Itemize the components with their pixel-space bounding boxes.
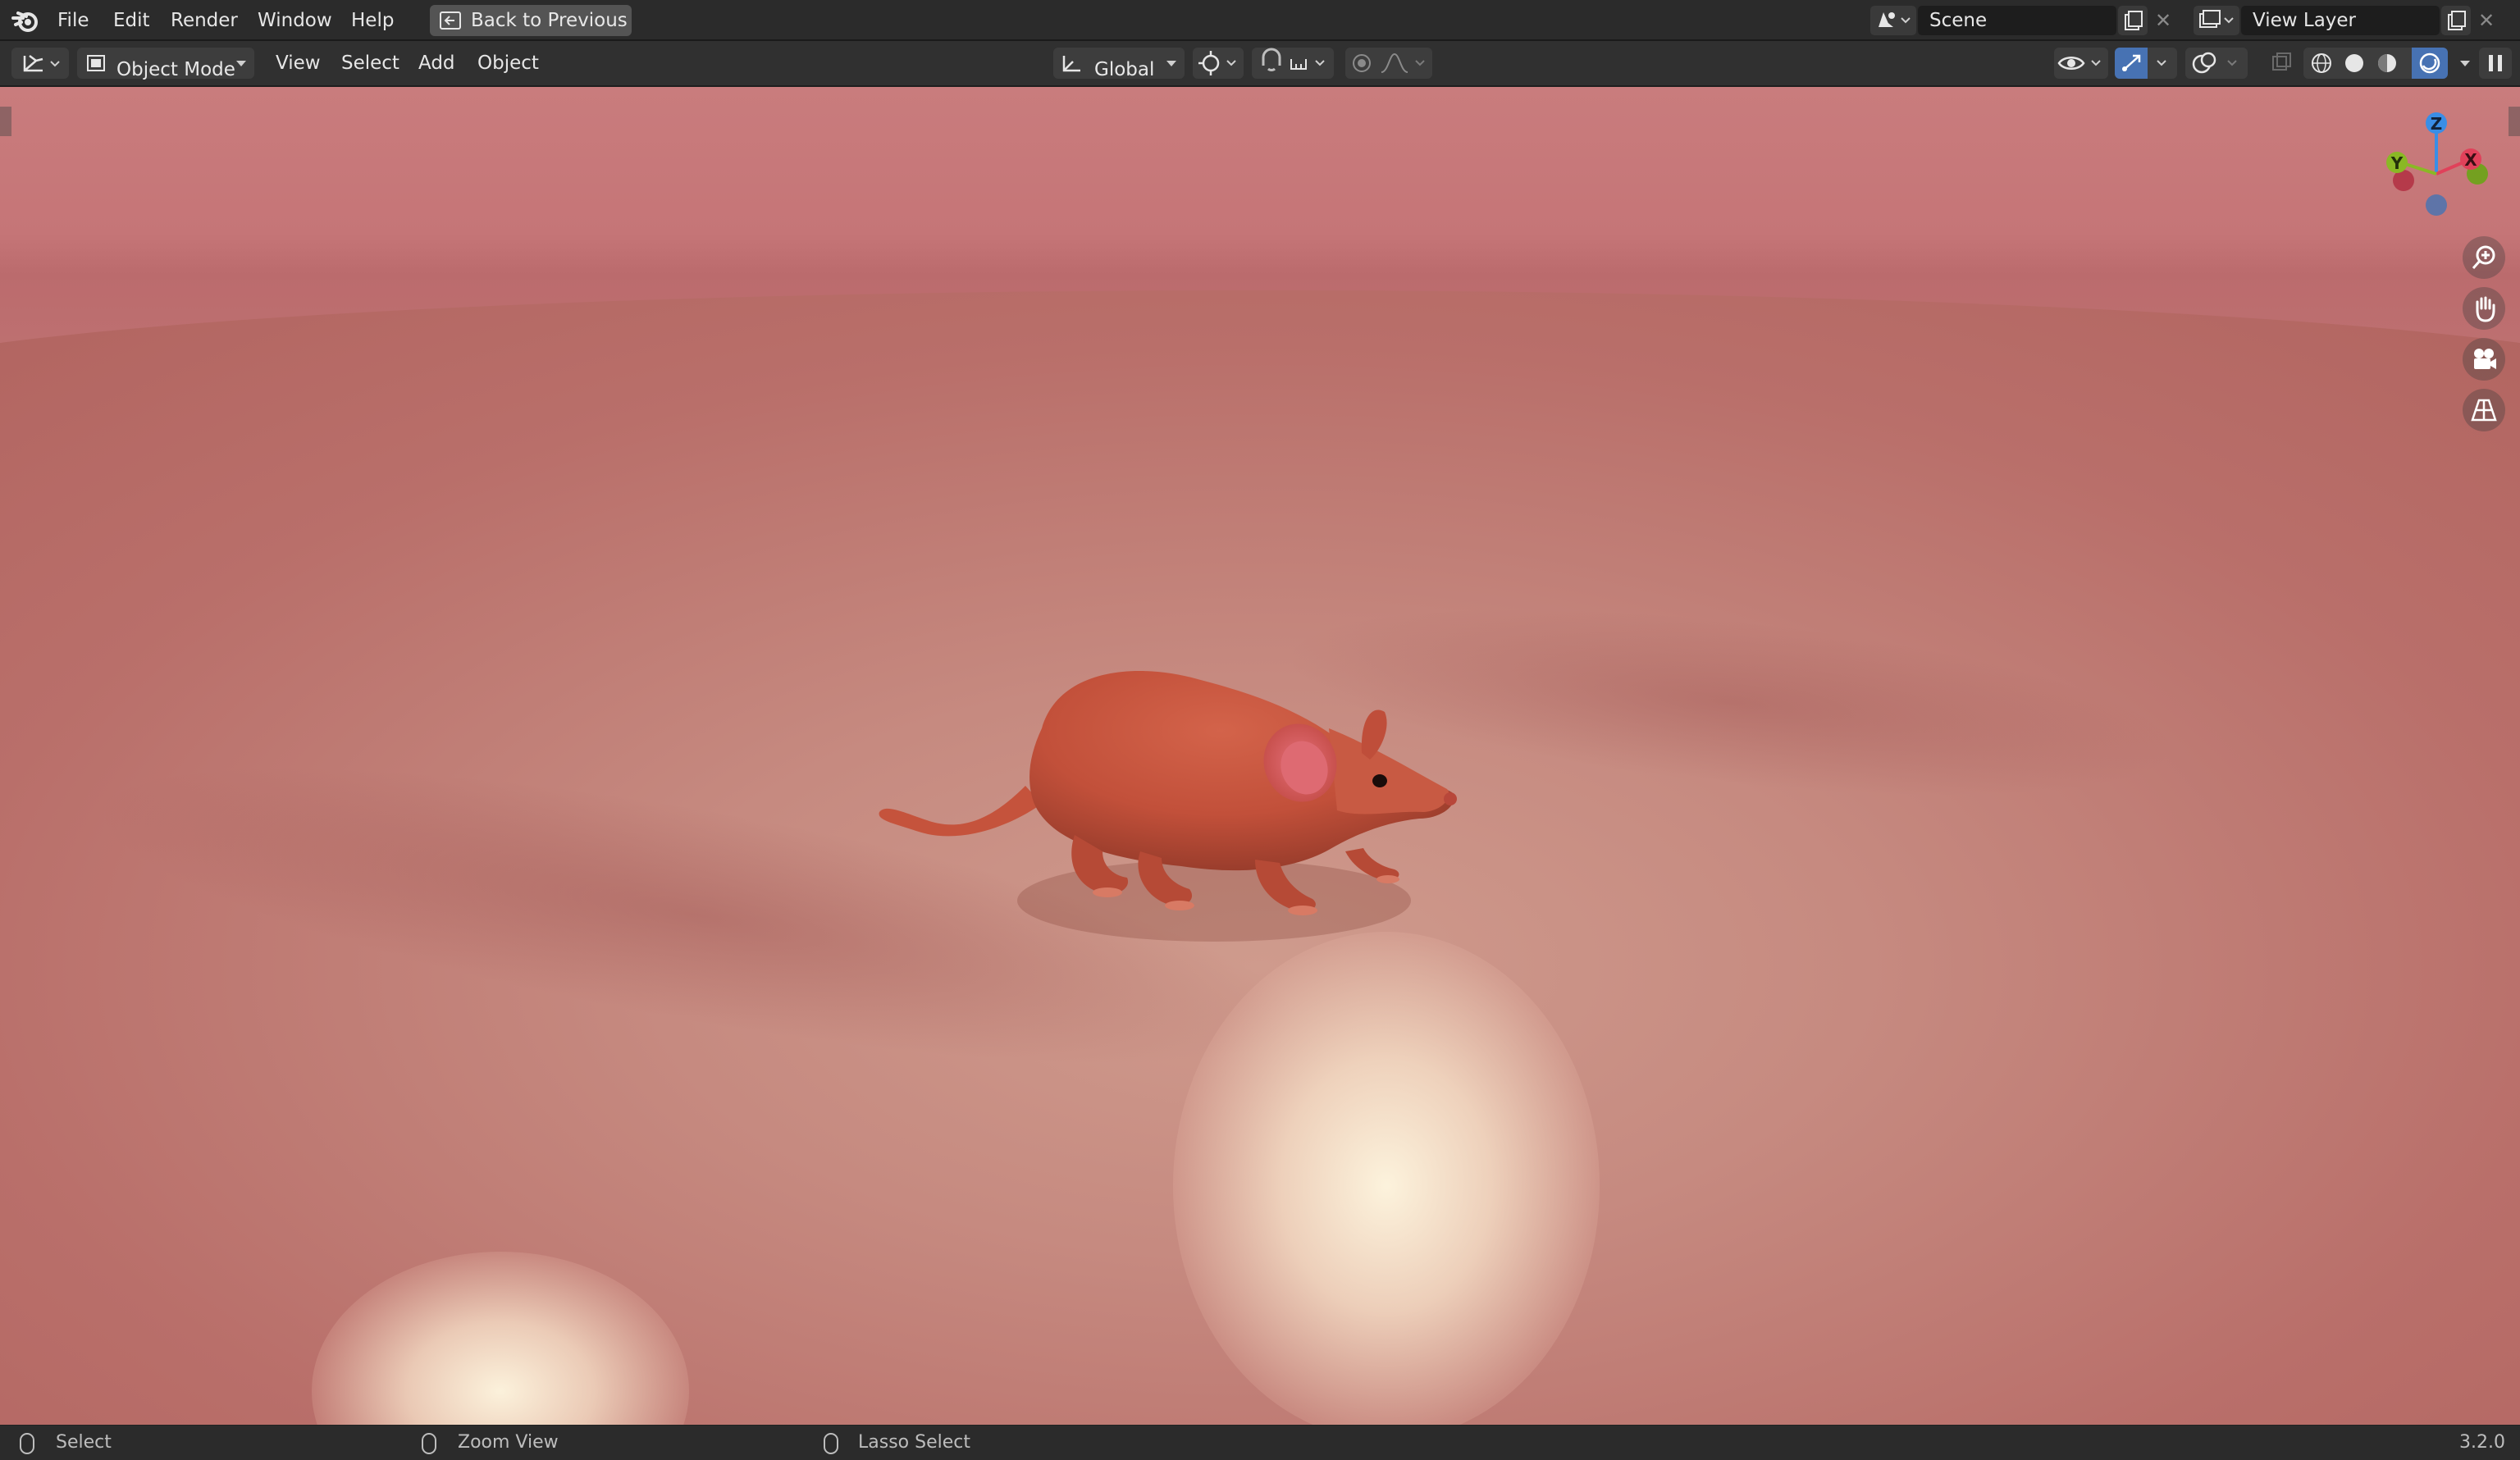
shading-mode-group — [2303, 48, 2448, 79]
status-zoom-hint: Zoom View — [458, 1432, 559, 1453]
version-label: 3.2.0 — [2459, 1432, 2505, 1453]
right-mouse-icon — [824, 1433, 838, 1454]
status-lasso-hint: Lasso Select — [858, 1432, 970, 1453]
menu-view[interactable]: View — [271, 49, 326, 77]
chevron-down-icon — [236, 61, 246, 66]
viewport-header: Object Mode View Select Add Object Globa… — [0, 41, 2520, 87]
x-axis-handle[interactable]: X — [2460, 148, 2481, 170]
close-icon[interactable]: ✕ — [2151, 6, 2175, 35]
menu-help[interactable]: Help — [348, 7, 397, 34]
close-icon[interactable]: ✕ — [2474, 6, 2499, 35]
pivot-point-selector[interactable] — [1193, 48, 1244, 79]
status-bar: Select Zoom View Lasso Select 3.2.0 — [0, 1425, 2520, 1460]
menu-add[interactable]: Add — [413, 49, 460, 77]
scene-browse-button[interactable] — [1870, 6, 1916, 35]
view-layer-browse-button[interactable] — [2194, 6, 2239, 35]
material-preview-shading-icon[interactable] — [2378, 54, 2396, 72]
xray-toggle[interactable] — [2267, 48, 2295, 79]
new-view-layer-icon — [2448, 11, 2466, 30]
object-mode-icon — [87, 55, 105, 71]
rendered-shading-icon[interactable] — [2419, 52, 2440, 74]
proportional-edit-toggle[interactable] — [1345, 48, 1432, 79]
gizmo-toggle[interactable] — [2115, 48, 2177, 79]
menu-edit[interactable]: Edit — [110, 7, 153, 34]
grid-perspective-icon[interactable] — [2463, 389, 2505, 431]
3d-viewport-icon — [23, 55, 60, 72]
back-to-previous-button[interactable]: Back to Previous — [430, 5, 632, 36]
eye-icon — [2057, 57, 2101, 70]
camera-icon[interactable] — [2463, 338, 2505, 381]
navigation-gizmo[interactable]: Z X Y — [2371, 102, 2502, 258]
back-button-label: Back to Previous — [471, 10, 628, 31]
proportional-edit-icon — [1353, 52, 1425, 73]
middle-mouse-icon — [422, 1433, 436, 1454]
negative-z-axis[interactable] — [2426, 194, 2447, 216]
shading-options-dropdown[interactable] — [2451, 48, 2479, 79]
light-reflection — [1173, 932, 1600, 1425]
menu-select[interactable]: Select — [336, 49, 404, 77]
view-layer-icon — [2199, 10, 2234, 28]
menu-file[interactable]: File — [54, 7, 93, 34]
wireframe-shading-icon[interactable] — [2312, 53, 2331, 73]
z-axis-handle[interactable]: Z — [2426, 112, 2447, 134]
status-select-hint: Select — [56, 1432, 112, 1453]
3d-viewport[interactable]: Z X Y — [0, 87, 2520, 1425]
orientation-icon — [1062, 56, 1080, 72]
snap-toggle[interactable] — [1252, 48, 1334, 79]
svg-text:Y: Y — [2390, 153, 2404, 173]
menu-render[interactable]: Render — [167, 7, 241, 34]
pause-icon — [2489, 55, 2502, 71]
menu-window[interactable]: Window — [254, 7, 336, 34]
top-bar: File Edit Render Window Help Back to Pre… — [0, 0, 2520, 41]
left-mouse-icon — [20, 1433, 34, 1454]
overlays-toggle[interactable] — [2185, 48, 2248, 79]
transform-orientation-selector[interactable]: Global — [1053, 48, 1185, 80]
overlays-icon — [2192, 52, 2237, 74]
mode-label: Object Mode — [116, 59, 235, 80]
new-scene-button[interactable] — [2118, 6, 2148, 35]
mouse-model[interactable] — [870, 589, 1468, 966]
blender-logo-icon[interactable] — [11, 7, 41, 34]
xray-icon — [2272, 52, 2291, 71]
new-scene-icon — [2125, 11, 2143, 30]
svg-text:Z: Z — [2431, 114, 2443, 134]
view-layer-name-field[interactable]: View Layer — [2241, 6, 2440, 35]
visibility-selector[interactable] — [2054, 48, 2108, 79]
mode-selector[interactable]: Object Mode — [77, 48, 254, 80]
y-axis-handle[interactable]: Y — [2386, 152, 2408, 173]
zoom-icon[interactable] — [2463, 236, 2505, 279]
orientation-label: Global — [1094, 59, 1155, 80]
chevron-down-icon — [1166, 61, 1176, 66]
new-view-layer-button[interactable] — [2441, 6, 2471, 35]
menu-object[interactable]: Object — [472, 49, 544, 77]
sidebar-toggle[interactable] — [2509, 107, 2520, 136]
chevron-down-icon — [2460, 61, 2470, 66]
scene-icon — [1879, 12, 1911, 27]
svg-text:X: X — [2464, 150, 2477, 170]
magnet-icon — [1262, 48, 1325, 71]
gizmo-icon — [2122, 54, 2166, 71]
pause-render-button[interactable] — [2479, 48, 2512, 79]
solid-shading-icon[interactable] — [2345, 54, 2363, 72]
toolbar-toggle[interactable] — [0, 107, 11, 136]
editor-type-button[interactable] — [11, 48, 69, 79]
back-arrow-icon — [440, 11, 461, 30]
scene-name-field[interactable]: Scene — [1918, 6, 2116, 35]
pan-hand-icon[interactable] — [2463, 287, 2505, 330]
pivot-icon — [1198, 51, 1236, 75]
